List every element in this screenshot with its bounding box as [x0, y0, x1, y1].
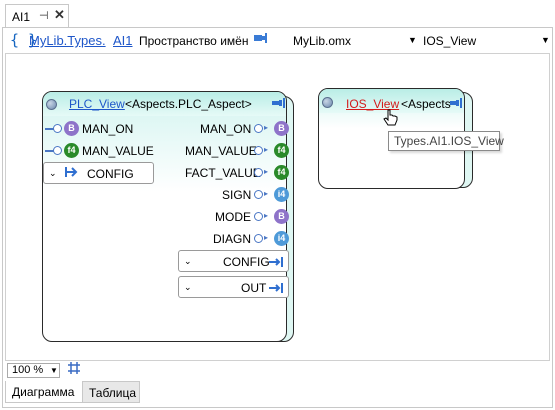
pin-icon[interactable]: ⊣ — [39, 9, 49, 22]
input-pin-man-value[interactable]: MAN_VALUE — [82, 144, 154, 158]
output-pin-fact-value[interactable]: FACT_VALUE — [185, 166, 261, 180]
output-pin-man-value[interactable]: MAN_VALUE — [185, 144, 257, 158]
chevron-down-icon[interactable]: ⌄ — [184, 256, 192, 267]
output-arrow-icon: ▸ — [264, 145, 269, 154]
config-output-group[interactable]: ⌄ CONFIG — [178, 250, 289, 272]
block-status-icon — [46, 99, 57, 110]
output-arrow-icon: ▸ — [264, 167, 269, 176]
output-arrow-icon: ▸ — [264, 211, 269, 220]
zoom-value: 100 % — [12, 364, 44, 376]
tab-strip: AI1 ⊣ ✕ — [0, 0, 555, 28]
port-icon — [272, 97, 286, 111]
tab-table[interactable]: Таблица — [83, 381, 140, 403]
out-group[interactable]: ⌄ OUT — [178, 276, 289, 298]
out-label: OUT — [241, 281, 267, 295]
pin-ring-icon[interactable] — [254, 124, 263, 133]
plc-aspect-label: <Aspects.PLC_Aspect> — [125, 97, 252, 111]
float-type-icon: f4 — [274, 165, 289, 180]
tab-diagram[interactable]: Диаграмма — [5, 381, 83, 403]
namespace-type-link[interactable]: AI1 — [113, 33, 133, 48]
namespace-lib-link[interactable]: MyLib.Types. — [29, 33, 106, 48]
tooltip: Types.AI1.IOS_View — [388, 131, 504, 151]
tab-ai1[interactable]: AI1 ⊣ ✕ — [5, 4, 69, 28]
file-select[interactable]: MyLib.omx — [293, 34, 351, 48]
namespace-label: Пространство имён — [139, 34, 249, 48]
chevron-down-icon[interactable]: ▼ — [541, 35, 550, 45]
pin-ring-icon[interactable] — [254, 190, 263, 199]
port-icon — [64, 166, 78, 181]
output-pin-diagn[interactable]: DIAGN — [213, 232, 251, 246]
bool-type-icon: B — [64, 121, 79, 136]
float-type-icon: f4 — [64, 143, 79, 158]
input-pin-man-on[interactable]: MAN_ON — [82, 122, 133, 136]
chevron-down-icon[interactable]: ⌄ — [184, 282, 192, 293]
chevron-down-icon[interactable]: ⌄ — [49, 168, 57, 179]
chevron-down-icon[interactable]: ▼ — [50, 366, 58, 375]
output-arrow-icon: ▸ — [264, 233, 269, 242]
output-arrow-icon: ▸ — [264, 123, 269, 132]
float-type-icon: f4 — [274, 143, 289, 158]
grid-icon[interactable] — [67, 362, 81, 377]
config-input-group[interactable]: ⌄ CONFIG — [43, 162, 154, 184]
namespace-pin-icon[interactable] — [253, 32, 269, 47]
block-status-icon — [322, 97, 333, 108]
pin-ring-icon[interactable] — [254, 168, 263, 177]
tab-label: AI1 — [12, 10, 31, 24]
output-arrow-icon: ▸ — [264, 189, 269, 198]
zoom-select[interactable]: 100 % ▼ — [7, 363, 60, 378]
output-pin-man-on[interactable]: MAN_ON — [200, 122, 251, 136]
close-icon[interactable]: ✕ — [54, 7, 65, 23]
pin-ring-icon[interactable] — [53, 124, 62, 133]
config-label: CONFIG — [223, 255, 270, 269]
view-select[interactable]: IOS_View — [423, 34, 476, 48]
port-icon — [450, 97, 462, 111]
bool-type-icon: B — [274, 121, 289, 136]
bus-port-icon — [269, 282, 285, 296]
int-type-icon: i4 — [274, 231, 289, 246]
bus-port-icon — [269, 256, 285, 270]
bool-type-icon: B — [274, 209, 289, 224]
hand-cursor-icon — [383, 109, 399, 132]
int-type-icon: i4 — [274, 187, 289, 202]
chevron-down-icon[interactable]: ▼ — [408, 35, 417, 45]
output-pin-sign[interactable]: SIGN — [222, 188, 251, 202]
namespace-bar: { } MyLib.Types. AI1 Пространство имён M… — [3, 28, 552, 52]
ios-aspect-label: <Aspects — [401, 97, 451, 111]
pin-ring-icon[interactable] — [53, 146, 62, 155]
pin-ring-icon[interactable] — [254, 212, 263, 221]
output-pin-mode[interactable]: MODE — [215, 210, 251, 224]
pin-ring-icon[interactable] — [254, 234, 263, 243]
pin-ring-icon[interactable] — [254, 146, 263, 155]
plc-view-link[interactable]: PLC_View — [69, 97, 125, 111]
config-label: CONFIG — [87, 167, 134, 181]
